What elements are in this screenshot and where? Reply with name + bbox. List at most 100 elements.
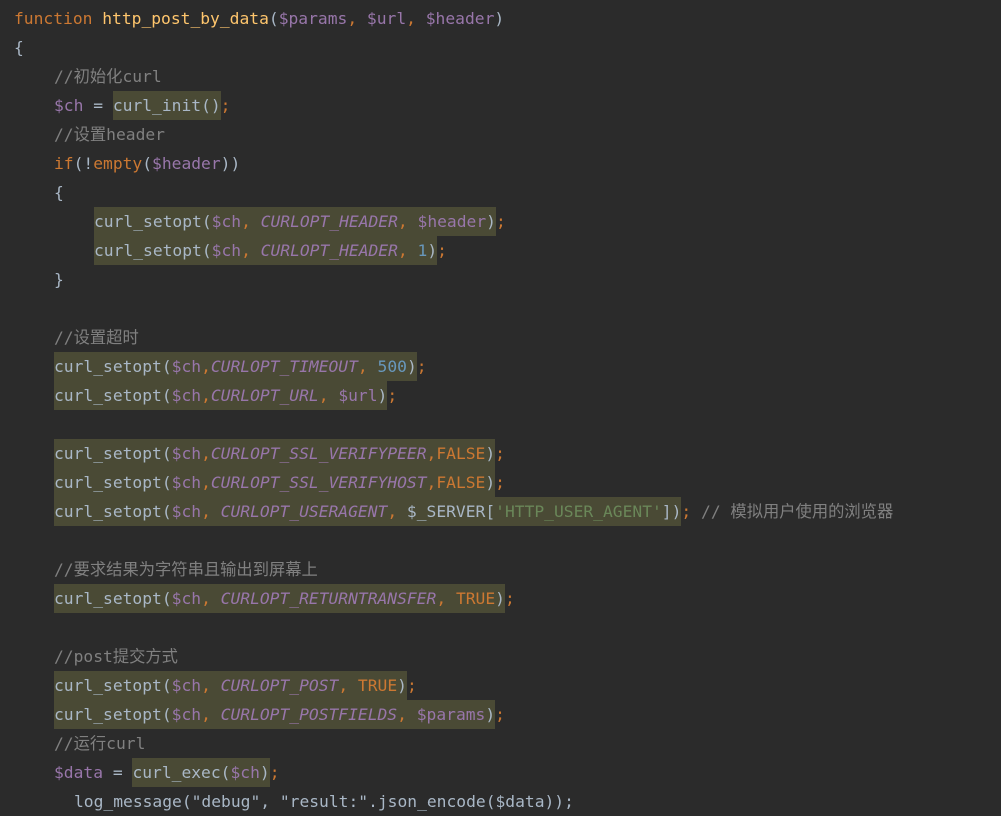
code-token: //要求结果为字符串且输出到屏幕上 bbox=[54, 560, 318, 579]
code-line[interactable]: //设置header bbox=[54, 120, 165, 149]
code-token: , bbox=[201, 502, 221, 521]
code-token: } bbox=[54, 270, 64, 289]
code-token: ) bbox=[495, 589, 505, 608]
code-token: $data bbox=[54, 763, 104, 782]
code-token: //设置header bbox=[54, 125, 165, 144]
code-token: CURLOPT_SSL_VERIFYHOST bbox=[210, 473, 427, 492]
code-token: { bbox=[14, 38, 24, 57]
highlighted-expression: curl_init() bbox=[112, 91, 221, 120]
code-token: , bbox=[201, 386, 211, 405]
code-token: curl_setopt( bbox=[94, 212, 212, 231]
code-line[interactable]: $ch = curl_init(); bbox=[54, 91, 230, 120]
code-line[interactable]: { bbox=[54, 178, 64, 207]
code-token: CURLOPT_SSL_VERIFYPEER bbox=[210, 444, 427, 463]
highlighted-expression: curl_setopt($ch, CURLOPT_HEADER, 1) bbox=[94, 236, 438, 265]
code-line[interactable]: log_message("debug", "result:".json_enco… bbox=[74, 787, 574, 816]
code-token: FALSE bbox=[436, 444, 486, 463]
highlighted-expression: curl_setopt($ch,CURLOPT_SSL_VERIFYHOST,F… bbox=[54, 468, 496, 497]
code-token: function bbox=[14, 9, 93, 28]
code-line[interactable]: curl_setopt($ch,CURLOPT_SSL_VERIFYPEER,F… bbox=[54, 439, 505, 468]
code-token: ; bbox=[406, 676, 417, 695]
code-token: 500 bbox=[377, 357, 407, 376]
code-token: if bbox=[54, 154, 74, 173]
code-line[interactable]: curl_setopt($ch, CURLOPT_USERAGENT, $_SE… bbox=[54, 497, 893, 526]
code-token: curl_setopt( bbox=[54, 444, 172, 463]
code-token: ( bbox=[142, 154, 153, 173]
code-line[interactable]: //post提交方式 bbox=[54, 642, 178, 671]
code-token: curl_setopt( bbox=[54, 676, 172, 695]
code-line[interactable]: curl_setopt($ch, CURLOPT_HEADER, 1); bbox=[94, 236, 447, 265]
code-token: ; bbox=[437, 241, 447, 260]
code-token: $ch bbox=[171, 357, 202, 376]
code-line[interactable]: function http_post_by_data($params, $url… bbox=[14, 4, 504, 33]
code-editor[interactable]: function http_post_by_data($params, $url… bbox=[0, 0, 1001, 816]
code-token: TRUE bbox=[455, 589, 496, 608]
code-token: curl_setopt( bbox=[94, 241, 212, 260]
code-line[interactable]: curl_setopt($ch,CURLOPT_SSL_VERIFYHOST,F… bbox=[54, 468, 505, 497]
code-token: , bbox=[357, 357, 378, 376]
code-token: , bbox=[201, 676, 221, 695]
code-token: ; bbox=[495, 444, 505, 463]
code-token: , bbox=[241, 241, 261, 260]
code-token: $ch bbox=[171, 473, 202, 492]
code-token: $ch bbox=[171, 502, 202, 521]
code-line[interactable]: curl_setopt($ch, CURLOPT_RETURNTRANSFER,… bbox=[54, 584, 515, 613]
code-token: ; bbox=[387, 386, 398, 405]
code-token: curl_setopt( bbox=[54, 705, 172, 724]
code-token: = bbox=[103, 763, 133, 782]
code-token: ; bbox=[495, 212, 506, 231]
highlighted-expression: curl_setopt($ch, CURLOPT_USERAGENT, $_SE… bbox=[54, 497, 682, 526]
code-line[interactable]: curl_setopt($ch,CURLOPT_TIMEOUT, 500); bbox=[54, 352, 427, 381]
code-token: curl_setopt( bbox=[54, 386, 172, 405]
code-token: CURLOPT_USERAGENT bbox=[220, 502, 388, 521]
code-line[interactable]: curl_setopt($ch,CURLOPT_URL, $url); bbox=[54, 381, 397, 410]
code-token: //运行curl bbox=[54, 734, 146, 753]
code-token: ) bbox=[486, 212, 496, 231]
code-token: CURLOPT_HEADER bbox=[260, 212, 398, 231]
code-token: $params bbox=[416, 705, 486, 724]
code-token: , bbox=[426, 473, 437, 492]
code-line[interactable]: //运行curl bbox=[54, 729, 145, 758]
highlighted-expression: curl_setopt($ch, CURLOPT_POSTFIELDS, $pa… bbox=[54, 700, 496, 729]
code-token: , bbox=[338, 676, 358, 695]
code-token: 1 bbox=[417, 241, 428, 260]
code-line[interactable]: { bbox=[14, 33, 24, 62]
code-token: ; bbox=[416, 357, 427, 376]
code-line[interactable]: } bbox=[54, 265, 64, 294]
code-token: TRUE bbox=[357, 676, 398, 695]
code-line[interactable]: //要求结果为字符串且输出到屏幕上 bbox=[54, 555, 318, 584]
code-token: $header bbox=[417, 212, 487, 231]
code-line[interactable]: curl_setopt($ch, CURLOPT_POSTFIELDS, $pa… bbox=[54, 700, 505, 729]
code-token: $ch bbox=[54, 96, 84, 115]
code-token: curl_setopt( bbox=[54, 357, 172, 376]
code-line[interactable]: curl_setopt($ch, CURLOPT_POST, TRUE); bbox=[54, 671, 417, 700]
code-line[interactable]: if(!empty($header)) bbox=[54, 149, 240, 178]
code-line[interactable]: $data = curl_exec($ch); bbox=[54, 758, 280, 787]
highlighted-expression: curl_setopt($ch,CURLOPT_URL, $url) bbox=[54, 381, 388, 410]
code-line[interactable]: //初始化curl bbox=[54, 62, 162, 91]
code-line[interactable]: //设置超时 bbox=[54, 323, 139, 352]
code-token: ]) bbox=[661, 502, 682, 521]
code-token: ; bbox=[269, 763, 280, 782]
code-token: (! bbox=[73, 154, 94, 173]
code-token: //post提交方式 bbox=[54, 647, 178, 666]
code-token: , bbox=[397, 212, 418, 231]
code-token: $header bbox=[152, 154, 221, 173]
highlighted-expression: curl_setopt($ch,CURLOPT_SSL_VERIFYPEER,F… bbox=[54, 439, 496, 468]
code-token: // 模拟用户使用的浏览器 bbox=[701, 502, 894, 521]
code-line[interactable]: curl_setopt($ch, CURLOPT_HEADER, $header… bbox=[94, 207, 506, 236]
code-token: $ch bbox=[171, 705, 202, 724]
code-token: , bbox=[397, 241, 418, 260]
code-token: ) bbox=[485, 705, 496, 724]
code-token: , bbox=[397, 705, 417, 724]
code-token: empty bbox=[93, 154, 143, 173]
code-token: curl_setopt( bbox=[54, 589, 172, 608]
code-token: FALSE bbox=[436, 473, 486, 492]
code-token: $_SERVER bbox=[406, 502, 486, 521]
code-token: ; bbox=[220, 96, 231, 115]
code-token: , bbox=[436, 589, 456, 608]
code-token: = bbox=[83, 96, 113, 115]
code-token: , bbox=[201, 357, 211, 376]
code-token: { bbox=[54, 183, 64, 202]
code-token: ) bbox=[377, 386, 388, 405]
